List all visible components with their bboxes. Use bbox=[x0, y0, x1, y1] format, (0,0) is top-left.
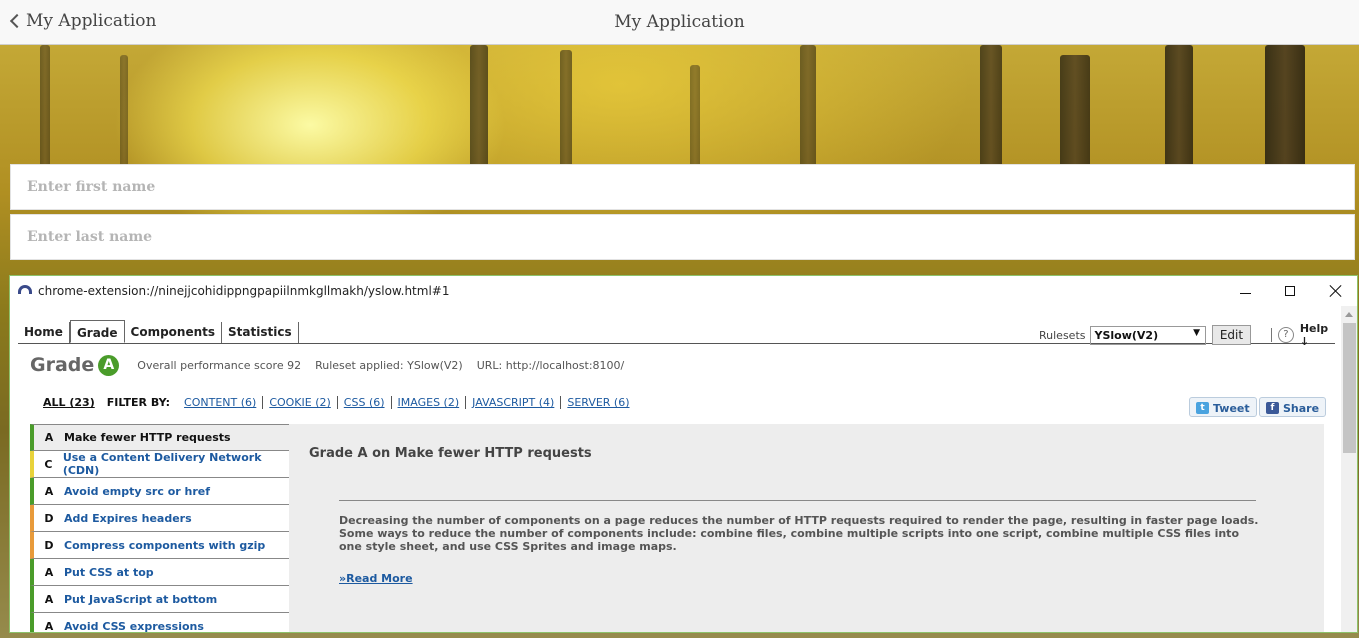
filter-by-label: FILTER BY: bbox=[106, 396, 171, 409]
grade-badge: A bbox=[98, 354, 120, 376]
help-icon[interactable]: ? bbox=[1277, 327, 1294, 343]
rule-grade: D bbox=[44, 538, 54, 552]
rule-grade: A bbox=[44, 431, 54, 444]
rule-title: Use a Content Delivery Network (CDN) bbox=[62, 451, 262, 477]
rule-grade: C bbox=[44, 457, 53, 471]
filter-images[interactable]: IMAGES (2) bbox=[390, 396, 466, 409]
tweet-label: Tweet bbox=[1213, 401, 1250, 415]
detail-body: Decreasing the number of components on a… bbox=[339, 514, 1259, 553]
filter-all[interactable]: ALL (23) bbox=[43, 396, 95, 409]
rule-item[interactable]: D Compress components with gzip bbox=[30, 532, 290, 559]
maximize-icon bbox=[1285, 286, 1295, 296]
tab-bar: Home Grade Components Statistics bbox=[18, 320, 299, 344]
rule-title: Avoid CSS expressions bbox=[64, 619, 204, 633]
yslow-window: chrome-extension://ninejjcohidippngpapii… bbox=[9, 275, 1358, 633]
last-name-input[interactable] bbox=[27, 229, 1354, 245]
facebook-icon: f bbox=[1266, 402, 1279, 414]
window-titlebar: chrome-extension://ninejjcohidippngpapii… bbox=[10, 276, 1357, 306]
help-button[interactable]: Help ↓ bbox=[1300, 322, 1341, 348]
tweet-button[interactable]: t Tweet bbox=[1189, 397, 1257, 417]
ruleset-select[interactable]: YSlow(V2) ▼ bbox=[1089, 325, 1207, 345]
detail-title: Grade A on Make fewer HTTP requests bbox=[309, 446, 592, 461]
rule-title: Put JavaScript at bottom bbox=[64, 592, 218, 606]
page-title: My Application bbox=[614, 12, 745, 32]
edit-button[interactable]: Edit bbox=[1212, 325, 1251, 345]
rulesets-bar: Rulesets YSlow(V2) ▼ Edit ? Help ↓ bbox=[1039, 322, 1341, 348]
minimize-icon bbox=[1239, 292, 1251, 294]
scrollbar[interactable] bbox=[1341, 306, 1357, 632]
overall-score: Overall performance score 92 bbox=[137, 358, 302, 372]
scroll-up-icon[interactable] bbox=[1345, 312, 1353, 317]
close-icon bbox=[1329, 284, 1343, 298]
rule-grade: A bbox=[44, 484, 54, 498]
read-more-link[interactable]: »Read More bbox=[339, 572, 413, 585]
detail-divider bbox=[339, 500, 1256, 501]
rule-item[interactable]: A Avoid CSS expressions bbox=[30, 613, 290, 633]
twitter-icon: t bbox=[1196, 402, 1209, 414]
rule-title: Compress components with gzip bbox=[64, 538, 266, 552]
first-name-field[interactable] bbox=[10, 164, 1355, 210]
rule-item[interactable]: A Avoid empty src or href bbox=[30, 478, 290, 505]
page-url: URL: http://localhost:8100/ bbox=[476, 358, 625, 372]
maximize-button[interactable] bbox=[1275, 280, 1305, 302]
minimize-button[interactable] bbox=[1230, 280, 1260, 302]
filter-server[interactable]: SERVER (6) bbox=[560, 396, 635, 409]
tab-statistics[interactable]: Statistics bbox=[222, 322, 299, 343]
grade-label: Grade bbox=[30, 354, 95, 376]
rule-item[interactable]: D Add Expires headers bbox=[30, 505, 290, 532]
scroll-thumb[interactable] bbox=[1343, 323, 1356, 453]
ruleset-applied: Ruleset applied: YSlow(V2) bbox=[315, 358, 463, 372]
rule-item[interactable]: A Make fewer HTTP requests bbox=[30, 424, 290, 451]
divider bbox=[1270, 328, 1272, 342]
close-button[interactable] bbox=[1321, 280, 1351, 302]
rule-item[interactable]: C Use a Content Delivery Network (CDN) bbox=[30, 451, 290, 478]
filter-javascript[interactable]: JAVASCRIPT (4) bbox=[465, 396, 560, 409]
rule-grade: D bbox=[44, 511, 54, 525]
rule-item[interactable]: A Put CSS at top bbox=[30, 559, 290, 586]
grade-summary: Grade A Overall performance score 92 Rul… bbox=[30, 354, 638, 376]
tab-grade[interactable]: Grade bbox=[69, 320, 125, 343]
filter-bar: ALL (23) FILTER BY: CONTENT (6) COOKIE (… bbox=[43, 396, 636, 409]
rulesets-label: Rulesets bbox=[1039, 328, 1086, 342]
yslow-icon bbox=[18, 285, 32, 294]
share-label: Share bbox=[1283, 401, 1320, 415]
yslow-panel: Home Grade Components Statistics Ruleset… bbox=[18, 306, 1341, 633]
app-header: My Application My Application bbox=[0, 0, 1359, 45]
rule-grade: A bbox=[44, 592, 54, 606]
filter-content[interactable]: CONTENT (6) bbox=[182, 396, 262, 409]
rule-title: Make fewer HTTP requests bbox=[64, 431, 231, 444]
rules-list: A Make fewer HTTP requests C Use a Conte… bbox=[30, 424, 290, 633]
filter-css[interactable]: CSS (6) bbox=[336, 396, 391, 409]
rule-grade: A bbox=[44, 619, 54, 633]
dropdown-arrow-icon: ▼ bbox=[1193, 327, 1201, 338]
rule-title: Avoid empty src or href bbox=[64, 484, 211, 498]
filter-cookie[interactable]: COOKIE (2) bbox=[262, 396, 336, 409]
tab-components[interactable]: Components bbox=[125, 322, 223, 343]
tab-home[interactable]: Home bbox=[18, 322, 70, 343]
last-name-field[interactable] bbox=[10, 214, 1355, 260]
rule-item[interactable]: A Put JavaScript at bottom bbox=[30, 586, 290, 613]
window-url: chrome-extension://ninejjcohidippngpapii… bbox=[38, 284, 450, 298]
share-button[interactable]: f Share bbox=[1259, 397, 1327, 417]
rule-grade: A bbox=[44, 565, 54, 579]
ruleset-value: YSlow(V2) bbox=[1094, 328, 1159, 342]
rule-detail-panel: Grade A on Make fewer HTTP requests Decr… bbox=[289, 424, 1324, 632]
first-name-input[interactable] bbox=[27, 179, 1354, 195]
rule-title: Add Expires headers bbox=[64, 511, 192, 525]
rule-title: Put CSS at top bbox=[64, 565, 154, 579]
